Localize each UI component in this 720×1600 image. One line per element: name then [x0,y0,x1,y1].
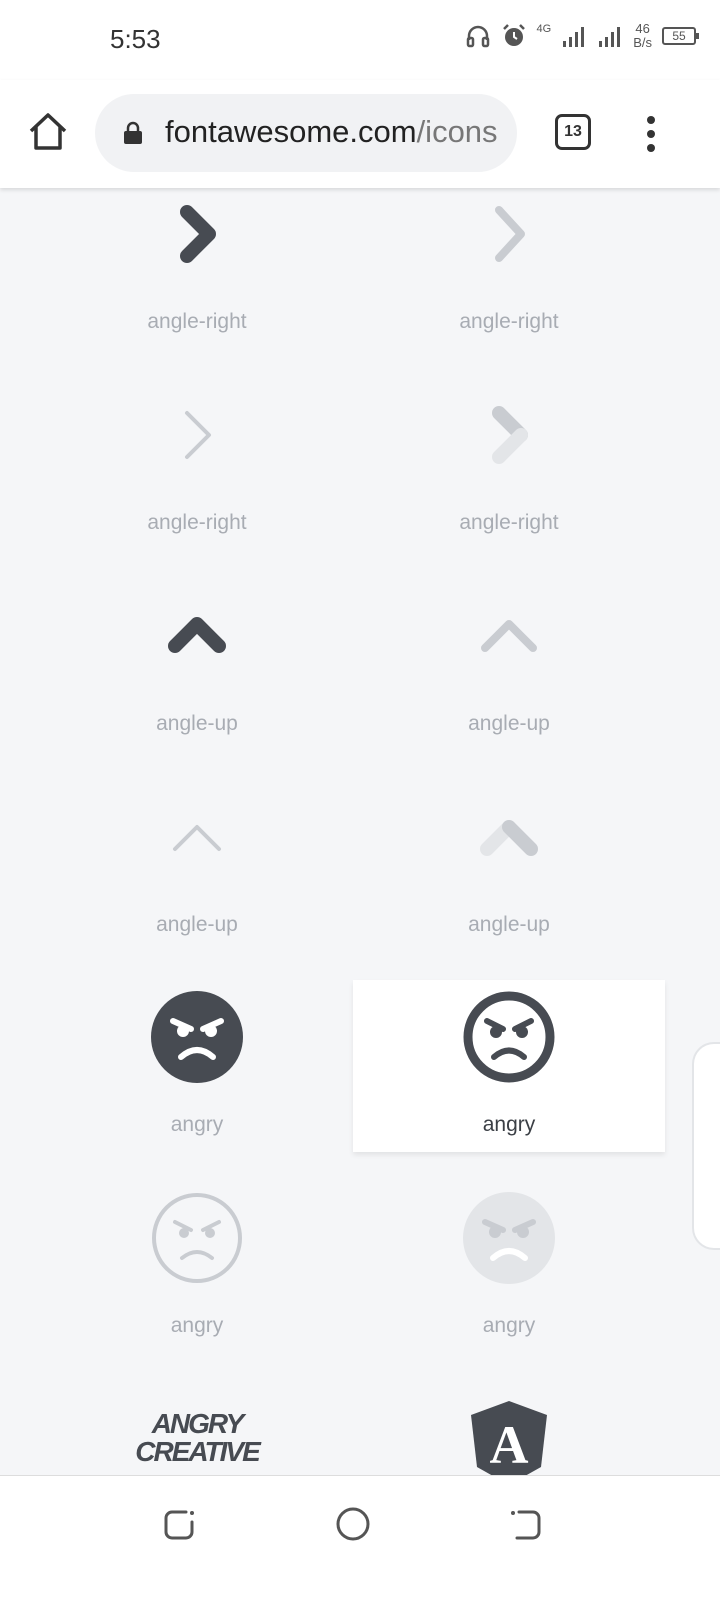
tab-switcher-button[interactable]: 13 [555,114,591,150]
angular-logo-icon: A [471,1401,547,1475]
icon-grid: angle-right angle-right angle-right angl… [0,188,720,1475]
url-path: /icons [416,114,498,149]
svg-text:A: A [490,1415,529,1475]
icon-label: angry [170,1314,224,1337]
status-icons: 4G 46 B/s 55 [465,21,699,50]
signal-icon-2 [599,27,621,47]
icon-card[interactable]: ANGRY CREATIVE [41,1393,353,1475]
icon-card[interactable]: angle-up [353,791,665,963]
icon-card[interactable]: angle-up [41,791,353,963]
address-bar[interactable]: fontawesome.com/icons [95,94,517,172]
icon-label: angle-right [147,310,247,333]
headphones-icon [466,25,489,48]
icon-card[interactable]: angry [353,1192,665,1364]
battery-indicator: 55 [662,27,699,45]
url-domain: fontawesome.com [165,114,417,149]
home-nav-icon[interactable] [333,1504,373,1544]
signal-icon [563,27,585,47]
recent-apps-icon[interactable] [160,1504,200,1544]
icon-label: angle-up [468,712,550,735]
icon-label: angry [482,1113,536,1136]
icon-card[interactable]: angry [41,980,353,1152]
icon-card[interactable]: angle-right [353,188,665,360]
icon-label: angle-up [156,712,238,735]
angle-right-icon [185,411,211,459]
network-type: 4G [536,23,552,35]
more-options-icon[interactable] [638,114,664,154]
icon-card[interactable]: angry [41,1192,353,1364]
angle-up-icon [480,820,538,856]
angry-face-icon [463,991,555,1083]
icon-card[interactable]: angle-right [41,389,353,561]
browser-toolbar: fontawesome.com/icons 13 [0,80,720,188]
angry-face-icon [151,991,243,1083]
icon-label: angle-up [156,913,238,936]
icon-label: angle-right [147,511,247,534]
icon-label: angry [170,1113,224,1136]
icon-label: angry [482,1314,536,1337]
side-drawer-handle[interactable] [692,1042,720,1250]
icon-card-selected[interactable]: angry [353,980,665,1152]
network-speed: 46 B/s [633,21,652,50]
icon-label: angle-right [459,310,559,333]
angle-up-icon [168,617,226,653]
icon-card[interactable]: angle-right [41,188,353,360]
icon-label: angle-right [459,511,559,534]
icon-card[interactable]: angle-up [41,590,353,762]
angle-right-icon [492,406,528,464]
home-icon[interactable] [26,110,70,154]
svg-text:ANGRY: ANGRY [151,1408,247,1439]
angrycreative-logo-icon: ANGRY CREATIVE [135,1408,263,1467]
lock-icon [124,121,142,144]
status-bar: 5:53 4G 46 B/s 55 [0,0,720,80]
system-navigation-bar [0,1475,720,1600]
icon-card[interactable]: angle-right [353,389,665,561]
angle-up-icon [173,825,221,851]
svg-text:CREATIVE: CREATIVE [135,1436,262,1467]
alarm-icon [502,24,525,46]
icon-card[interactable]: A [353,1393,665,1475]
angle-right-icon [495,206,525,262]
back-icon[interactable] [505,1504,545,1544]
icon-card[interactable]: angle-up [353,590,665,762]
icon-label: angle-up [468,913,550,936]
angry-face-icon [463,1192,555,1284]
url-text[interactable]: fontawesome.com/icons [165,114,501,154]
angle-up-icon [481,620,537,652]
angle-right-icon [180,205,216,263]
angry-face-icon [152,1193,242,1283]
status-time: 5:53 [110,24,161,54]
